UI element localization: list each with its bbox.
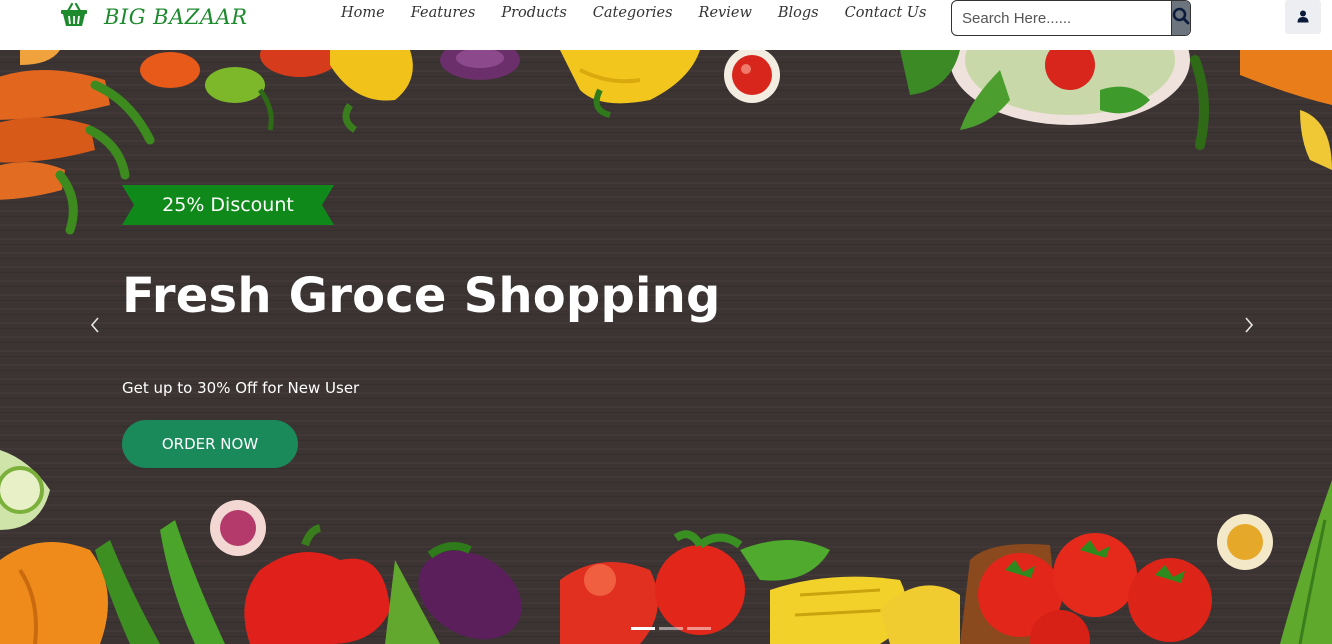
nav-link-products[interactable]: Products bbox=[501, 5, 566, 21]
user-icon bbox=[1297, 8, 1309, 27]
top-navbar: BIG BAZAAR Home Features Products Catego… bbox=[0, 0, 1332, 50]
nav-link-categories[interactable]: Categories bbox=[593, 5, 673, 21]
carousel-indicator-3[interactable] bbox=[687, 627, 711, 630]
carousel-prev-button[interactable] bbox=[83, 315, 107, 339]
nav-link-features[interactable]: Features bbox=[411, 5, 476, 21]
user-account-button[interactable] bbox=[1285, 0, 1321, 34]
hero-title: Fresh Groce Shopping bbox=[122, 268, 721, 324]
search-icon bbox=[1172, 7, 1190, 29]
search-input[interactable] bbox=[952, 1, 1171, 35]
vegetable-board-background bbox=[0, 50, 1332, 644]
hero-carousel: 25% Discount Fresh Groce Shopping Get up… bbox=[0, 50, 1332, 644]
nav-link-blogs[interactable]: Blogs bbox=[778, 5, 819, 21]
nav-link-home[interactable]: Home bbox=[341, 5, 385, 21]
search-button[interactable] bbox=[1171, 1, 1190, 35]
carousel-indicator-1[interactable] bbox=[631, 627, 655, 630]
main-nav: Home Features Products Categories Review… bbox=[341, 5, 926, 21]
discount-badge-label: 25% Discount bbox=[162, 194, 294, 216]
carousel-next-button[interactable] bbox=[1237, 315, 1261, 339]
chevron-left-icon bbox=[90, 317, 100, 337]
order-now-button[interactable]: ORDER NOW bbox=[122, 420, 298, 468]
brand-logo[interactable]: BIG BAZAAR bbox=[60, 2, 248, 32]
brand-name: BIG BAZAAR bbox=[104, 5, 248, 29]
hero-subtitle: Get up to 30% Off for New User bbox=[122, 379, 360, 397]
carousel-indicator-2[interactable] bbox=[659, 627, 683, 630]
nav-link-contact-us[interactable]: Contact Us bbox=[845, 5, 927, 21]
discount-badge: 25% Discount bbox=[122, 185, 334, 225]
carousel-indicators bbox=[631, 627, 711, 630]
chevron-right-icon bbox=[1244, 317, 1254, 337]
search-form bbox=[951, 0, 1191, 36]
basket-icon bbox=[60, 2, 88, 32]
nav-link-review[interactable]: Review bbox=[699, 5, 752, 21]
